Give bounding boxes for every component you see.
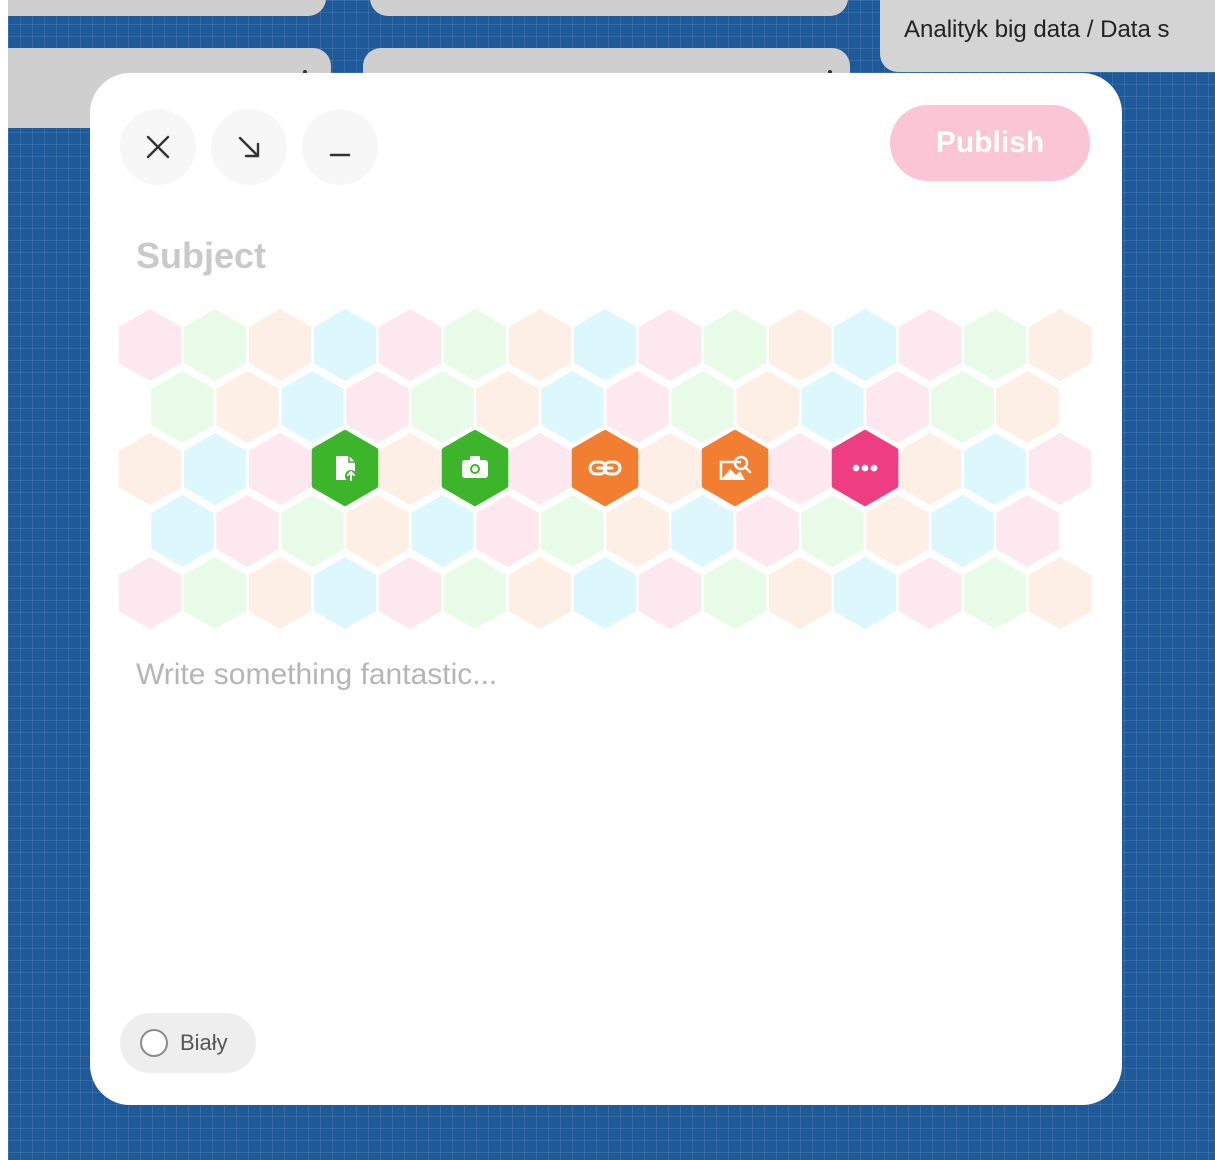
decorative-hex <box>638 309 702 381</box>
decorative-hex <box>963 309 1027 381</box>
decorative-hex <box>216 371 279 443</box>
decorative-hex <box>638 433 702 505</box>
post-body-textarea[interactable] <box>136 658 1076 958</box>
decorative-hex <box>118 433 182 505</box>
decorative-hex <box>573 309 637 381</box>
color-option-label: Biały <box>180 1030 228 1055</box>
decorative-hex <box>833 309 897 381</box>
decorative-hex <box>541 371 604 443</box>
decorative-hex <box>736 371 799 443</box>
radio-button[interactable] <box>140 1029 168 1057</box>
link-button[interactable] <box>571 430 639 506</box>
more-icon <box>852 464 878 472</box>
decorative-hex <box>963 433 1027 505</box>
decorative-hex <box>703 309 767 381</box>
decorative-hex <box>183 309 247 381</box>
decorative-hex <box>476 495 539 567</box>
decorative-hex <box>963 557 1027 629</box>
background-card[interactable] <box>8 0 326 16</box>
decorative-hex <box>378 433 442 505</box>
decorative-hex <box>183 557 247 629</box>
decorative-hex <box>671 495 734 567</box>
decorative-hex <box>476 371 539 443</box>
decorative-hex <box>281 495 344 567</box>
decorative-hex <box>573 557 637 629</box>
more-button[interactable] <box>831 430 899 506</box>
decorative-hex <box>606 495 669 567</box>
decorative-hex <box>996 371 1059 443</box>
decorative-hex <box>1028 433 1092 505</box>
decorative-hex <box>931 371 994 443</box>
decorative-hex <box>1028 309 1092 381</box>
decorative-hex <box>443 309 507 381</box>
decorative-hex <box>898 433 962 505</box>
decorative-hex <box>313 557 377 629</box>
decorative-hex <box>801 495 864 567</box>
attachment-hex-grid <box>118 309 1092 629</box>
card-title: Analityk big data / Data s <box>904 16 1170 43</box>
color-option-bialy[interactable]: Biały <box>120 1013 256 1073</box>
decorative-hex <box>996 495 1059 567</box>
decorative-hex <box>671 371 734 443</box>
camera-button[interactable] <box>441 430 509 506</box>
post-composer-modal: Publish Biały <box>90 73 1122 1105</box>
decorative-hex <box>248 309 312 381</box>
upload-file-button[interactable] <box>311 430 379 506</box>
decorative-hex <box>151 371 214 443</box>
decorative-hex <box>768 309 832 381</box>
decorative-hex <box>248 557 312 629</box>
decorative-hex <box>866 371 929 443</box>
decorative-hex <box>378 309 442 381</box>
background-card-title[interactable]: Analityk big data / Data s <box>880 0 1215 72</box>
image-search-button[interactable] <box>701 430 769 506</box>
decorative-hex <box>768 557 832 629</box>
decorative-hex <box>1028 557 1092 629</box>
decorative-hex <box>866 495 929 567</box>
decorative-hex <box>736 495 799 567</box>
decorative-hex <box>443 557 507 629</box>
decorative-hex <box>183 433 247 505</box>
decorative-hex <box>801 371 864 443</box>
decorative-hex <box>346 495 409 567</box>
decorative-hex <box>833 557 897 629</box>
decorative-hex <box>216 495 279 567</box>
decorative-hex <box>346 371 409 443</box>
decorative-hex <box>411 495 474 567</box>
decorative-hex <box>281 371 344 443</box>
decorative-hex <box>768 433 832 505</box>
decorative-hex <box>703 557 767 629</box>
decorative-hex <box>151 495 214 567</box>
background-card[interactable] <box>370 0 848 16</box>
hex-button-shape[interactable] <box>701 430 769 506</box>
decorative-hex <box>411 371 474 443</box>
decorative-hex <box>931 495 994 567</box>
decorative-hex <box>508 433 572 505</box>
decorative-hex <box>248 433 312 505</box>
decorative-hex <box>898 309 962 381</box>
decorative-hex <box>606 371 669 443</box>
decorative-hex <box>508 309 572 381</box>
decorative-hex <box>638 557 702 629</box>
decorative-hex <box>508 557 572 629</box>
decorative-hex <box>313 309 377 381</box>
decorative-hex <box>378 557 442 629</box>
decorative-hex <box>541 495 604 567</box>
decorative-hex <box>898 557 962 629</box>
decorative-hex <box>118 309 182 381</box>
decorative-hex <box>118 557 182 629</box>
